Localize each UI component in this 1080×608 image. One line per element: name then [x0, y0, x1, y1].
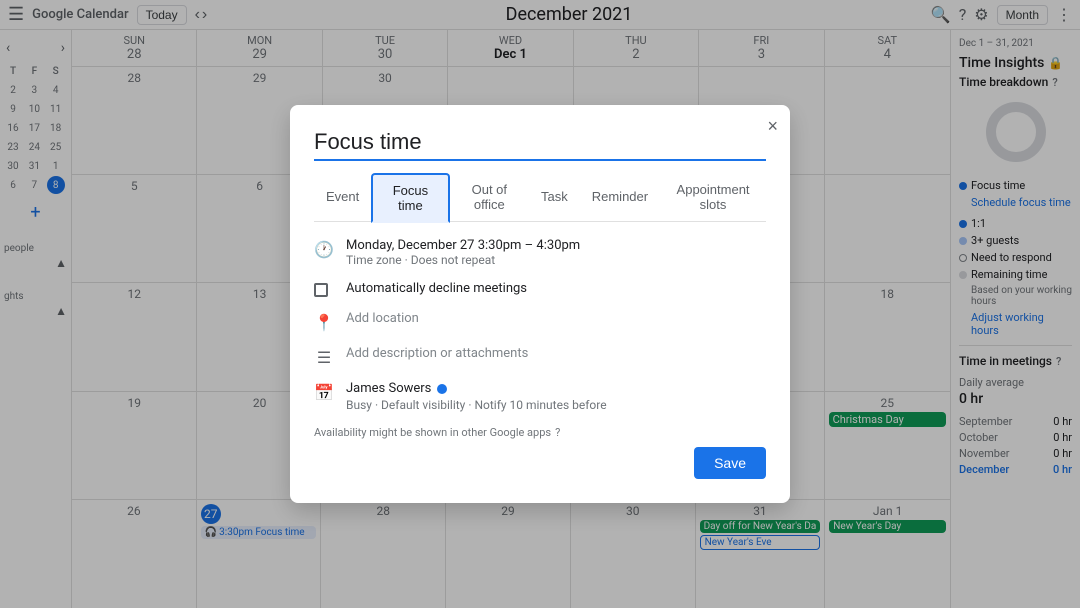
tab-appointment-slots[interactable]: Appointment slots: [660, 173, 766, 222]
hint-help-icon[interactable]: ?: [555, 426, 560, 439]
tab-reminder[interactable]: Reminder: [580, 173, 660, 222]
calendar-icon: 📅: [314, 383, 334, 402]
tab-out-of-office[interactable]: Out of office: [450, 173, 529, 222]
modal-location-row: 📍 Add location: [314, 311, 766, 332]
modal-overlay[interactable]: × Event Focus time Out of office Task Re…: [0, 0, 1080, 608]
modal-user: James Sowers: [346, 381, 766, 396]
modal-description-content: Add description or attachments: [346, 346, 766, 361]
modal-description-row: ☰ Add description or attachments: [314, 346, 766, 367]
tab-task[interactable]: Task: [529, 173, 580, 222]
modal-title-input[interactable]: [314, 129, 766, 161]
decline-meetings-label: Automatically decline meetings: [346, 281, 766, 296]
modal-decline-row: Automatically decline meetings: [314, 281, 766, 297]
tab-event[interactable]: Event: [314, 173, 371, 222]
decline-checkbox[interactable]: [314, 283, 328, 297]
modal-user-content: James Sowers Busy · Default visibility ·…: [346, 381, 766, 412]
user-sub: Busy · Default visibility · Notify 10 mi…: [346, 398, 766, 412]
availability-hint: Availability might be shown in other Goo…: [314, 426, 551, 439]
modal-close-button[interactable]: ×: [767, 117, 778, 135]
tab-focus-time[interactable]: Focus time: [371, 173, 449, 223]
modal-user-row: 📅 James Sowers Busy · Default visibility…: [314, 381, 766, 412]
description-icon: ☰: [314, 348, 334, 367]
clock-icon: 🕐: [314, 240, 334, 259]
event-modal: × Event Focus time Out of office Task Re…: [290, 105, 790, 503]
save-button[interactable]: Save: [694, 447, 766, 479]
user-dot: [437, 384, 447, 394]
location-placeholder[interactable]: Add location: [346, 311, 766, 326]
square-icon: [314, 283, 334, 297]
modal-tabs: Event Focus time Out of office Task Remi…: [314, 173, 766, 222]
user-name: James Sowers: [346, 381, 431, 396]
modal-hint: Availability might be shown in other Goo…: [314, 426, 766, 439]
modal-decline-content: Automatically decline meetings: [346, 281, 766, 296]
location-icon: 📍: [314, 313, 334, 332]
modal-datetime-content: Monday, December 27 3:30pm – 4:30pm Time…: [346, 238, 766, 267]
modal-location-content: Add location: [346, 311, 766, 326]
modal-datetime-row: 🕐 Monday, December 27 3:30pm – 4:30pm Ti…: [314, 238, 766, 267]
description-placeholder[interactable]: Add description or attachments: [346, 346, 766, 361]
modal-actions: Save: [314, 447, 766, 479]
modal-datetime[interactable]: Monday, December 27 3:30pm – 4:30pm: [346, 238, 766, 253]
modal-timezone: Time zone · Does not repeat: [346, 253, 766, 267]
